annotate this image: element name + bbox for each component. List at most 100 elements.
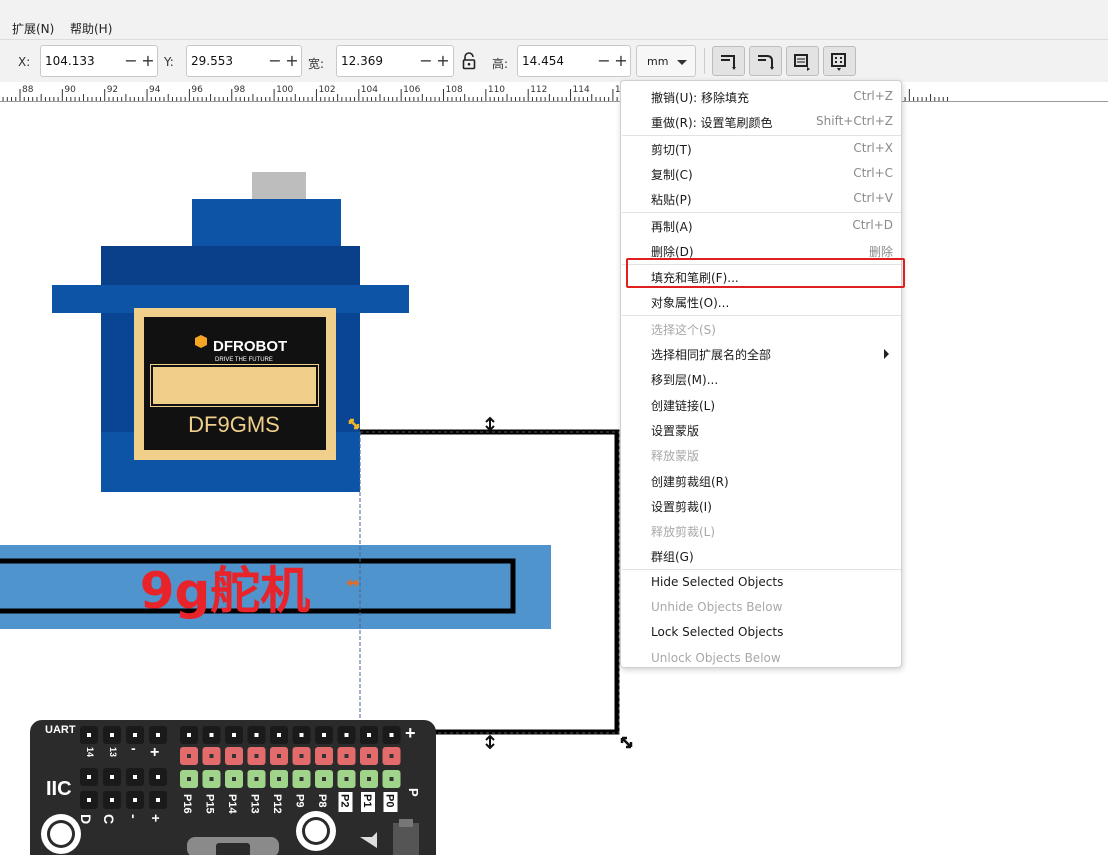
context-menu-item-shortcut: Ctrl+X	[853, 140, 893, 155]
pin-hole	[87, 775, 91, 779]
pin-hole	[187, 777, 191, 781]
x-value[interactable]: 104.133	[45, 54, 95, 68]
context-menu-item: 释放剪裁(L)	[621, 518, 901, 543]
canvas-drawing: DFROBOT DRIVE THE FUTURE DF9GMS 9g舵机 UAR…	[0, 172, 633, 855]
ruler-label: 102	[318, 85, 335, 95]
lock-ratio-icon[interactable]	[461, 52, 477, 70]
micro-bit-expansion-board[interactable]: UART IIC 14 13- +P16 P15 P14 P13 P12 P9 P8 P2 P1 P0…	[30, 720, 436, 855]
width-decrement-button[interactable]: −	[418, 46, 434, 76]
unit-select[interactable]: mm	[636, 45, 696, 77]
pin-hole	[133, 798, 137, 802]
context-menu-item[interactable]: 再制(A) Ctrl+D	[621, 213, 901, 238]
context-menu-item-label: 粘贴(P)	[651, 193, 692, 208]
context-menu-item[interactable]: 对象属性(O)...	[621, 289, 901, 314]
pin-hole	[232, 733, 236, 737]
y-decrement-button[interactable]: −	[267, 46, 283, 76]
context-menu-item[interactable]: 撤销(U): 移除填充 Ctrl+Z	[621, 84, 901, 109]
context-menu-item[interactable]: Hide Selected Objects	[621, 570, 901, 595]
width-label: 宽:	[308, 57, 325, 71]
context-menu-item[interactable]: Lock Selected Objects	[621, 620, 901, 645]
tool-controls-bar: X: 104.133 − + Y: 29.553 − + 宽: 12.369 −…	[0, 40, 1108, 82]
context-menu-item[interactable]: 设置蒙版	[621, 417, 901, 442]
width-value[interactable]: 12.369	[341, 54, 383, 68]
pin-label: -	[131, 740, 136, 756]
context-menu-item[interactable]: 创建链接(L)	[621, 392, 901, 417]
fill-and-stroke-highlight-box	[626, 258, 905, 288]
context-menu-item[interactable]: 群组(G)	[621, 543, 901, 568]
context-menu-item[interactable]: 选择相同扩展名的全部	[621, 341, 901, 366]
context-menu-item[interactable]: 复制(C) Ctrl+C	[621, 161, 901, 186]
width-increment-button[interactable]: +	[435, 46, 451, 76]
context-menu-item-label: 选择这个(S)	[651, 322, 716, 337]
y-field[interactable]: 29.553 − +	[186, 45, 302, 77]
move-patterns-button[interactable]	[823, 46, 856, 76]
board-iic-label: IIC	[46, 778, 72, 800]
context-menu-item[interactable]: 移到层(M)...	[621, 366, 901, 391]
ruler-label: 98	[234, 85, 246, 95]
pin-hole	[87, 798, 91, 802]
pin-hole	[209, 733, 214, 737]
context-menu-item-label: 撤销(U): 移除填充	[651, 91, 750, 105]
x-increment-button[interactable]: +	[140, 46, 156, 76]
pin-hole	[187, 733, 191, 737]
context-menu-item[interactable]: 创建剪裁组(R)	[621, 468, 901, 493]
pin-label: P0	[384, 794, 396, 807]
pin-hole	[156, 798, 160, 802]
pin-hole	[299, 733, 304, 737]
servo-graphic[interactable]: DFROBOT DRIVE THE FUTURE DF9GMS	[52, 172, 409, 492]
x-label: X:	[18, 55, 31, 69]
y-increment-button[interactable]: +	[284, 46, 300, 76]
scale-corners-button[interactable]	[749, 46, 782, 76]
context-menu-item-label: 剪切(T)	[651, 142, 692, 157]
pin-hole	[367, 777, 371, 781]
context-menu-item-label: Hide Selected Objects	[651, 574, 784, 589]
height-field[interactable]: 14.454 − +	[517, 45, 631, 77]
move-gradients-button[interactable]	[786, 46, 819, 76]
pin-label: P1	[361, 794, 373, 807]
y-value[interactable]: 29.553	[191, 54, 233, 68]
board-p-label: P	[406, 788, 421, 797]
board-minus-label: -	[126, 814, 142, 819]
pin-hole	[232, 754, 236, 758]
pin-hole	[299, 777, 304, 781]
ruler-label: 94	[149, 85, 161, 95]
context-menu-item-label: 对象属性(O)...	[651, 296, 730, 311]
pin-hole	[110, 733, 114, 737]
width-field[interactable]: 12.369 − +	[336, 45, 454, 77]
context-menu-item-label: Unlock Objects Below	[651, 650, 781, 665]
context-menu-item[interactable]: 重做(R): 设置笔刷颜色 Shift+Ctrl+Z	[621, 109, 901, 134]
context-menu-item-label: 释放蒙版	[651, 449, 700, 464]
context-menu-item[interactable]: 剪切(T) Ctrl+X	[621, 136, 901, 161]
pin-hole	[254, 754, 259, 758]
pin-hole	[344, 733, 349, 737]
drawing-canvas[interactable]: DFROBOT DRIVE THE FUTURE DF9GMS 9g舵机 UAR…	[0, 102, 1108, 855]
context-menu-item: Unhide Objects Below	[621, 595, 901, 620]
pin-label: P16	[181, 794, 193, 814]
x-decrement-button[interactable]: −	[123, 46, 139, 76]
horizontal-ruler[interactable]: 8890929496981001021041061081101121141161…	[0, 82, 1108, 102]
context-menu-item-label: 再制(A)	[651, 219, 693, 234]
context-menu-item[interactable]: 粘贴(P) Ctrl+V	[621, 186, 901, 211]
ruler-label: 108	[446, 85, 463, 95]
pin-label: P9	[294, 794, 306, 807]
pin-label: P14	[226, 794, 238, 814]
pin-hole	[367, 754, 371, 758]
pin-hole	[322, 777, 326, 781]
pin-hole	[133, 775, 137, 779]
menu-extensions[interactable]: 扩展(N)	[12, 20, 54, 37]
board-plus2-label: +	[148, 814, 164, 822]
pin-hole	[277, 754, 281, 758]
height-decrement-button[interactable]: −	[596, 46, 612, 76]
servo-caption-group[interactable]: 9g舵机	[0, 545, 551, 629]
x-field[interactable]: 104.133 − +	[40, 45, 158, 77]
pin-label: P8	[316, 794, 328, 807]
height-value[interactable]: 14.454	[522, 54, 564, 68]
pin-hole	[277, 733, 281, 737]
ruler-label: 112	[530, 85, 547, 95]
height-increment-button[interactable]: +	[613, 46, 629, 76]
menu-help[interactable]: 帮助(H)	[70, 20, 112, 37]
context-menu-item[interactable]: 设置剪裁(I)	[621, 493, 901, 518]
board-c-label: C	[101, 814, 117, 824]
context-menu-item-label: 设置蒙版	[651, 423, 700, 438]
scale-stroke-button[interactable]	[712, 46, 745, 76]
